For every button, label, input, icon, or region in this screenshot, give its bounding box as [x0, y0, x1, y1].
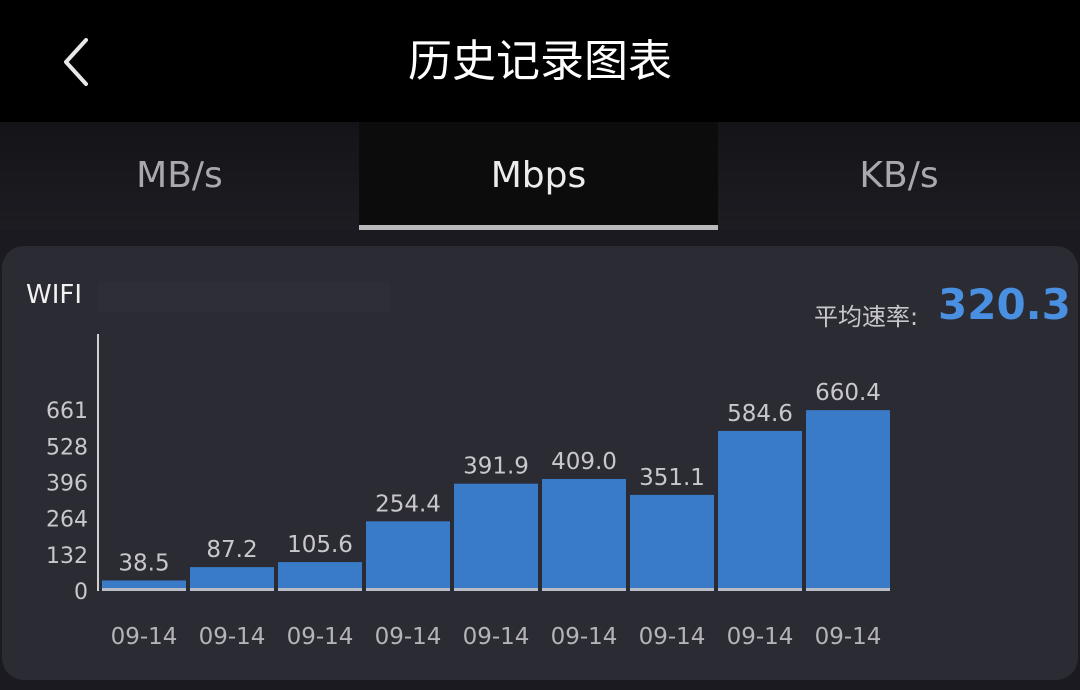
y-tick-label: 396	[46, 472, 88, 497]
bar-baseline	[806, 588, 890, 591]
bar	[718, 430, 802, 591]
data-label: 87.2	[206, 537, 257, 563]
y-tick-label: 528	[46, 435, 88, 460]
bar-baseline	[454, 588, 538, 591]
bar	[630, 494, 714, 591]
x-tick-label: 09-14	[815, 624, 882, 650]
y-tick-label: 264	[46, 508, 88, 533]
x-tick-label: 09-14	[199, 624, 266, 650]
y-tick-label: 0	[74, 580, 88, 605]
bar-baseline	[190, 588, 274, 591]
x-tick-label: 09-14	[463, 624, 530, 650]
data-label: 254.4	[375, 491, 441, 517]
bar-baseline	[630, 588, 714, 591]
y-tick-labels: 0 132 264 396 528 661	[46, 399, 88, 605]
bar	[366, 521, 450, 591]
bar-chart: 0 132 264 396 528 661 38.5 87.2 105.6 254.4 391.9…	[46, 334, 890, 650]
data-label: 351.1	[639, 465, 705, 491]
data-label: 584.6	[727, 401, 793, 427]
data-label: 391.9	[463, 454, 529, 480]
y-tick-label: 661	[46, 399, 88, 424]
x-tick-label: 09-14	[551, 624, 618, 650]
bar	[190, 567, 274, 591]
bars: 38.5 87.2 105.6 254.4 391.9 409.0 351.1 584.6 66…	[102, 380, 890, 591]
bar-baseline	[278, 588, 362, 591]
x-tick-label: 09-14	[287, 624, 354, 650]
data-label: 660.4	[815, 380, 881, 406]
x-tick-labels: 09-14 09-14 09-14 09-14 09-14 09-14 09-14 09-14…	[111, 624, 882, 650]
bar-baseline	[542, 588, 626, 591]
x-tick-label: 09-14	[111, 624, 178, 650]
bar-baseline	[366, 588, 450, 591]
y-tick-label: 132	[46, 544, 88, 569]
bar-baseline	[102, 588, 186, 591]
bar	[542, 479, 626, 591]
x-tick-label: 09-14	[639, 624, 706, 650]
x-tick-label: 09-14	[375, 624, 442, 650]
bar	[278, 562, 362, 591]
data-label: 38.5	[118, 550, 169, 576]
bar-baseline	[718, 588, 802, 591]
data-label: 105.6	[287, 532, 353, 558]
bar	[454, 483, 538, 591]
data-label: 409.0	[551, 449, 617, 475]
x-tick-label: 09-14	[727, 624, 794, 650]
bar	[806, 410, 890, 591]
